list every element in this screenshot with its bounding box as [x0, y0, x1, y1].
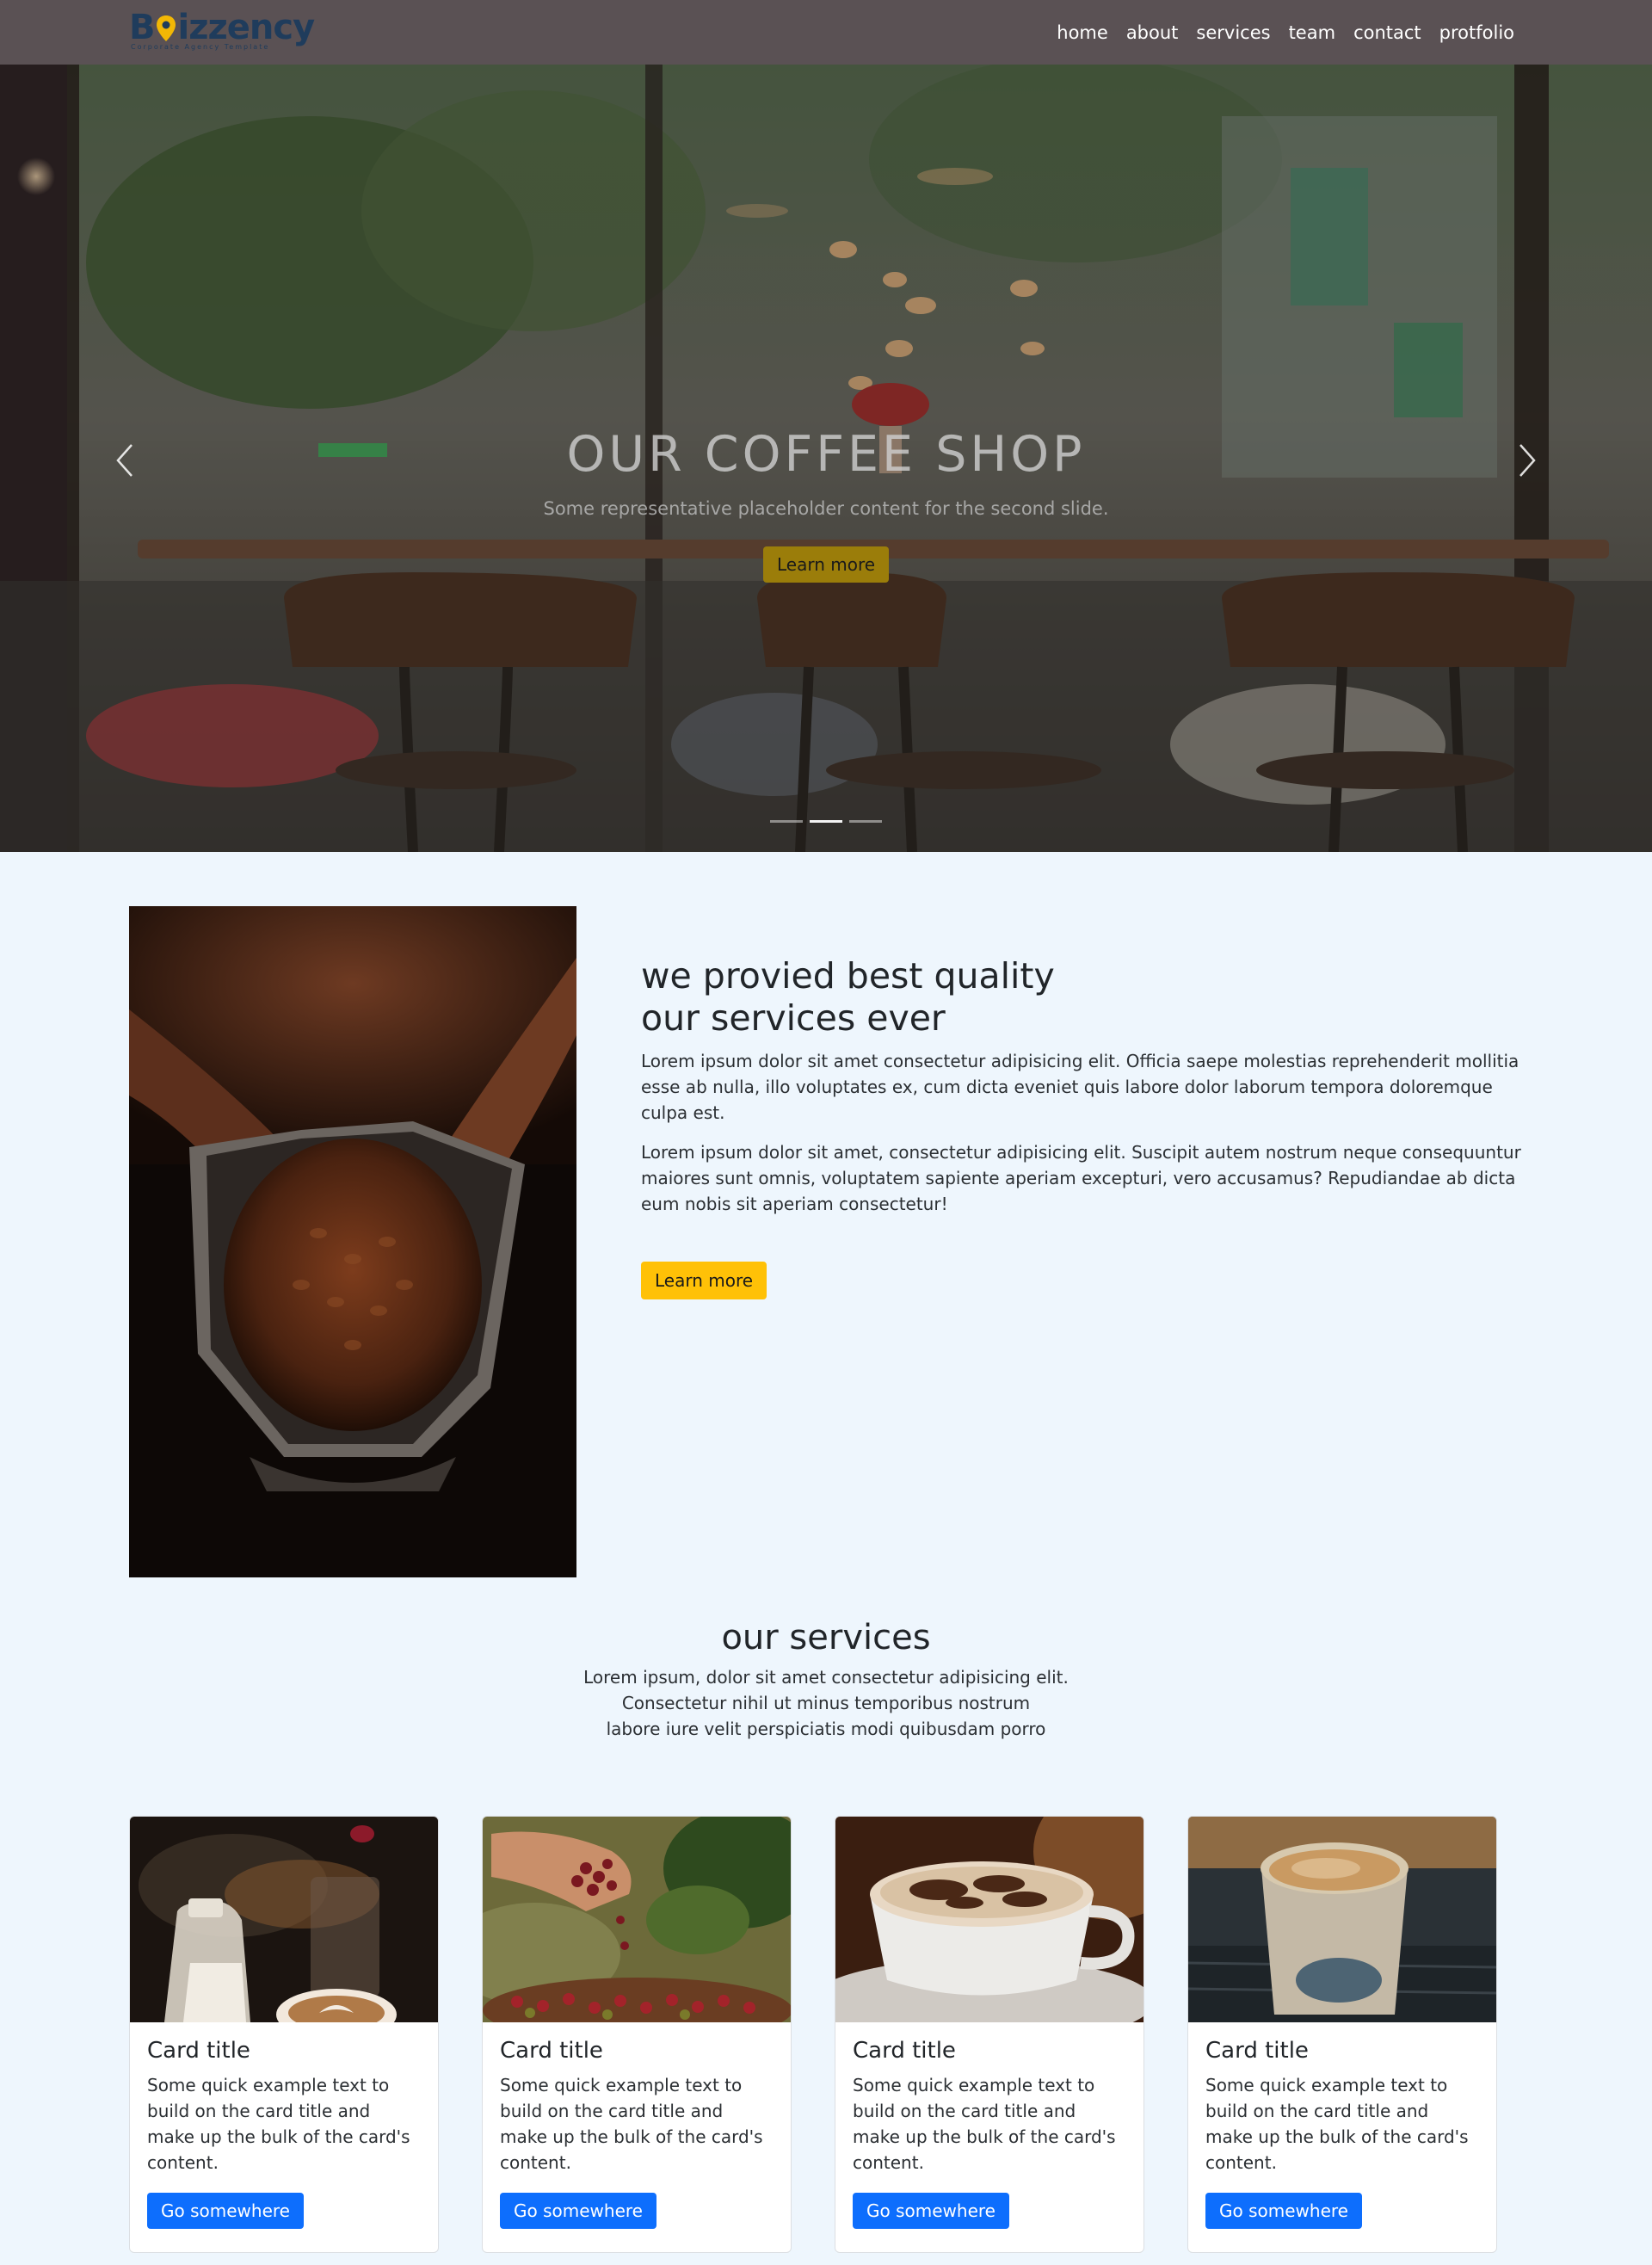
about-heading-line2: our services ever: [641, 997, 946, 1039]
coffee-cherries-image: [483, 1817, 791, 2022]
map-pin-icon: [155, 13, 177, 42]
card-text: Some quick example text to build on the …: [147, 2075, 410, 2173]
about-heading: we provied best quality our services eve…: [641, 955, 1523, 1040]
card-title: Card title: [500, 2038, 603, 2064]
card-title: Card title: [147, 2038, 250, 2064]
services-description: Lorem ipsum, dolor sit amet consectetur …: [583, 1667, 1069, 1739]
carousel-indicator-2[interactable]: [810, 820, 842, 823]
service-card-4: Card title Some quick example text to bu…: [1187, 1816, 1497, 2253]
carousel-indicator-3[interactable]: [849, 820, 882, 823]
hero-carousel: OUR COFFEE SHOP Some representative plac…: [0, 65, 1652, 852]
card-title: Card title: [1205, 2038, 1309, 2064]
card-go-somewhere-button[interactable]: Go somewhere: [853, 2193, 1009, 2229]
service-card-2: Card title Some quick example text to bu…: [482, 1816, 792, 2253]
hero-caption: OUR COFFEE SHOP Some representative plac…: [0, 426, 1652, 583]
hero-title: OUR COFFEE SHOP: [566, 426, 1086, 483]
nav-links: home about services team contact protfol…: [1057, 0, 1514, 65]
services-header: our services Lorem ipsum, dolor sit amet…: [0, 1618, 1652, 1742]
brand-name: izzency: [177, 8, 316, 47]
navbar: B izzency Corporate Agency Template home…: [0, 0, 1652, 65]
service-cards: Card title Some quick example text to bu…: [129, 1816, 1497, 2255]
about-heading-line1: we provied best quality: [641, 955, 1055, 997]
brand-initial: B: [129, 8, 155, 47]
services-title: our services: [721, 1618, 931, 1657]
card-text: Some quick example text to build on the …: [853, 2075, 1116, 2173]
carousel-indicators: [0, 820, 1652, 823]
latte-art-image: [130, 1817, 438, 2022]
cappuccino-cup-image: [835, 1817, 1143, 2022]
nav-link-services[interactable]: services: [1196, 22, 1270, 43]
card-text: Some quick example text to build on the …: [1205, 2075, 1469, 2173]
about-paragraph-2: Lorem ipsum dolor sit amet, consectetur …: [641, 1142, 1521, 1214]
carousel-indicator-1[interactable]: [770, 820, 803, 823]
card-go-somewhere-button[interactable]: Go somewhere: [500, 2193, 656, 2229]
takeaway-coffee-image: [1188, 1817, 1496, 2022]
hero-subtitle: Some representative placeholder content …: [543, 498, 1109, 519]
nav-link-contact[interactable]: contact: [1353, 22, 1421, 43]
card-text: Some quick example text to build on the …: [500, 2075, 763, 2173]
brand-logo[interactable]: B izzency Corporate Agency Template: [129, 8, 316, 55]
about-paragraph-1: Lorem ipsum dolor sit amet consectetur a…: [641, 1051, 1519, 1123]
nav-link-home[interactable]: home: [1057, 22, 1108, 43]
nav-link-team[interactable]: team: [1289, 22, 1335, 43]
card-go-somewhere-button[interactable]: Go somewhere: [147, 2193, 304, 2229]
about-section: we provied best quality our services eve…: [641, 955, 1523, 1299]
card-title: Card title: [853, 2038, 956, 2064]
coffee-beans-image: [129, 906, 576, 1577]
nav-link-portfolio[interactable]: protfolio: [1439, 22, 1514, 43]
about-learn-more-button[interactable]: Learn more: [641, 1262, 767, 1299]
card-go-somewhere-button[interactable]: Go somewhere: [1205, 2193, 1362, 2229]
service-card-1: Card title Some quick example text to bu…: [129, 1816, 439, 2253]
nav-link-about[interactable]: about: [1126, 22, 1179, 43]
service-card-3: Card title Some quick example text to bu…: [835, 1816, 1144, 2253]
hero-learn-more-button[interactable]: Learn more: [762, 546, 890, 583]
